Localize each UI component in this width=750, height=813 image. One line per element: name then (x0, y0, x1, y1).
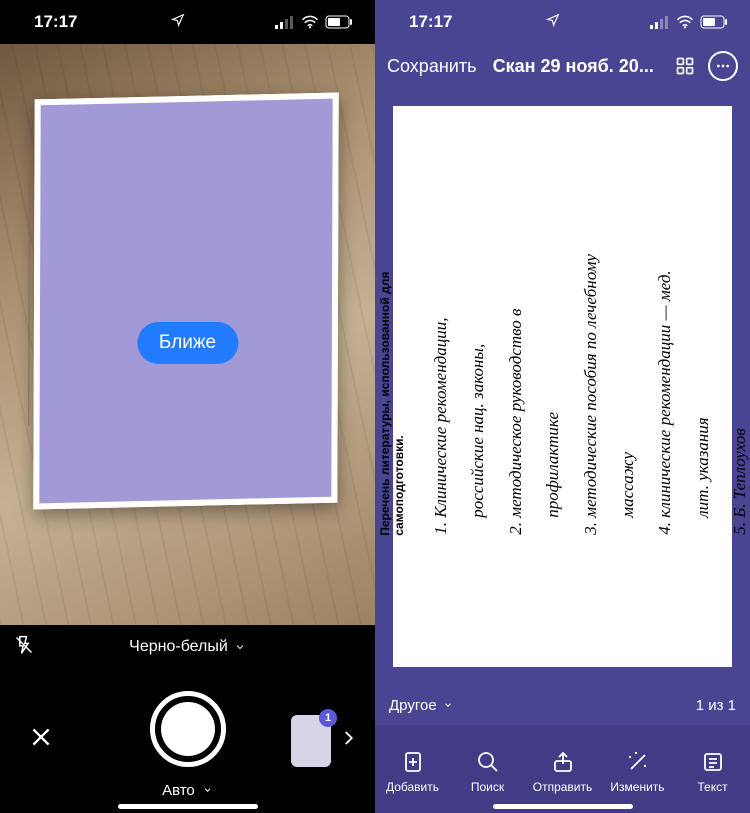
close-button[interactable] (18, 714, 64, 768)
home-indicator[interactable] (118, 804, 258, 809)
text-button[interactable]: Текст (675, 750, 750, 794)
search-icon (476, 750, 500, 774)
page-counter: 1 из 1 (696, 697, 736, 714)
status-time: 17:17 (34, 12, 77, 32)
add-button[interactable]: Добавить (375, 750, 450, 794)
color-mode-label: Черно-белый (129, 638, 228, 656)
bottom-toolbar: Добавить Поиск Отправить Изменить Текст (375, 725, 750, 813)
category-selector[interactable]: Другое (389, 697, 453, 714)
status-location-arrow-icon (546, 12, 560, 32)
document-heading: Перечень литературы, использованной для … (378, 237, 406, 536)
camera-capture-screen: 17:17 Бли (0, 0, 375, 813)
add-page-icon (401, 750, 425, 774)
tool-label: Изменить (610, 780, 664, 794)
save-button[interactable]: Сохранить (387, 56, 476, 77)
cell-signal-icon (275, 15, 295, 29)
document-list: Клинические рекомендации, российские нац… (422, 237, 750, 536)
flash-off-icon[interactable] (14, 635, 34, 660)
captured-thumbnail[interactable]: 1 (291, 715, 331, 767)
battery-icon (325, 15, 353, 29)
chevron-down-icon (203, 785, 213, 795)
edit-button[interactable]: Изменить (600, 750, 675, 794)
distance-hint-pill: Ближе (137, 322, 238, 364)
scanned-page: Перечень литературы, использованной для … (393, 106, 732, 667)
wifi-icon (676, 15, 694, 29)
more-icon[interactable] (708, 51, 738, 81)
scan-result-screen: 17:17 Сохранить Скан 29 нояб. 20... (375, 0, 750, 813)
status-time: 17:17 (409, 12, 452, 32)
tool-label: Отправить (533, 780, 593, 794)
list-item: Клинические рекомендации, российские нац… (422, 237, 497, 518)
status-bar: 17:17 (375, 0, 750, 44)
capture-count-badge: 1 (319, 709, 337, 727)
tool-label: Текст (697, 780, 727, 794)
search-button[interactable]: Поиск (450, 750, 525, 794)
battery-icon (700, 15, 728, 29)
list-item: методическое руководство в профилактике (497, 237, 572, 518)
cell-signal-icon (650, 15, 670, 29)
document-preview-text (28, 168, 344, 425)
shutter-button[interactable] (150, 691, 226, 767)
detected-document-frame (33, 93, 338, 510)
list-item: клинические рекомендации — мед. лит. ука… (647, 237, 722, 518)
tool-label: Добавить (386, 780, 439, 794)
list-item: методические пособия по лечебному массаж… (572, 237, 647, 518)
text-icon (701, 750, 725, 774)
result-header: Сохранить Скан 29 нояб. 20... (375, 44, 750, 88)
wand-icon (626, 750, 650, 774)
document-meta-row: Другое 1 из 1 (375, 685, 750, 725)
grid-icon[interactable] (670, 51, 700, 81)
share-icon (551, 750, 575, 774)
color-mode-selector[interactable]: Черно-белый (34, 638, 341, 656)
scan-mode-strip: Черно-белый (0, 625, 375, 669)
camera-viewport: Ближе (0, 44, 375, 625)
captured-thumbnail-group[interactable]: 1 (291, 715, 357, 767)
auto-mode-text: Авто (162, 782, 195, 799)
chevron-down-icon (234, 641, 246, 653)
status-bar: 17:17 (0, 0, 375, 44)
send-button[interactable]: Отправить (525, 750, 600, 794)
home-indicator[interactable] (493, 804, 633, 809)
camera-bottom-bar: 1 Авто (0, 669, 375, 813)
chevron-right-icon[interactable] (339, 724, 357, 759)
capture-mode-label[interactable]: Авто (162, 782, 213, 799)
wifi-icon (301, 15, 319, 29)
status-location-arrow-icon (171, 12, 185, 32)
document-viewer[interactable]: Перечень литературы, использованной для … (375, 88, 750, 685)
tool-label: Поиск (471, 780, 504, 794)
chevron-down-icon (443, 700, 453, 710)
list-item: Б. Теплоухов (721, 237, 750, 518)
category-label: Другое (389, 697, 437, 714)
document-title[interactable]: Скан 29 нояб. 20... (484, 56, 662, 77)
